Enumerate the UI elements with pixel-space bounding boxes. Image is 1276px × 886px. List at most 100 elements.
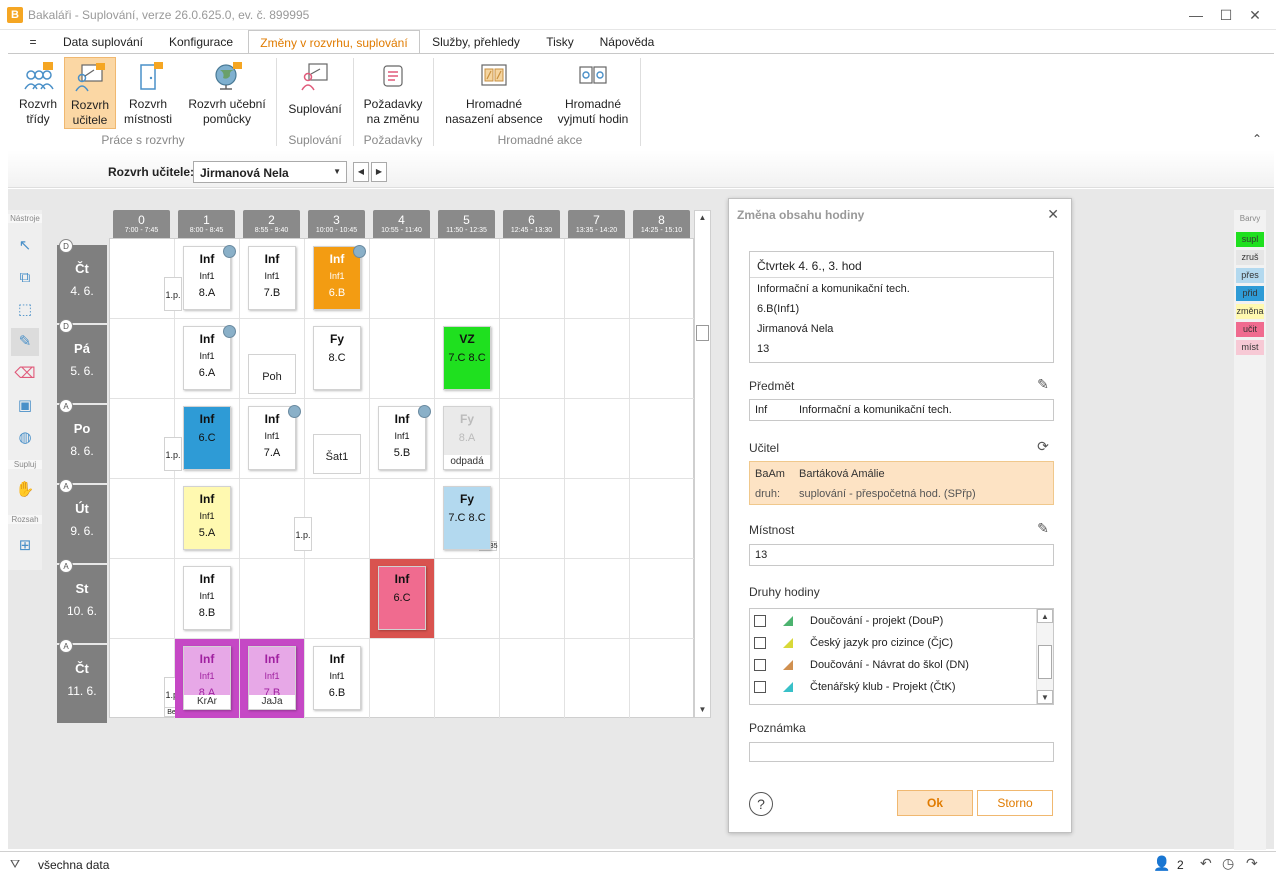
lesson-type-item[interactable]: Český jazyk pro cizince (ČjC) — [750, 632, 1035, 654]
teacher-field[interactable]: BaAm Bartáková Amálie druh: suplování - … — [749, 461, 1054, 505]
substitute-tool-icon[interactable]: ✋ — [11, 476, 39, 504]
lesson-card[interactable]: Inf Inf1 8.A KrAr — [183, 646, 231, 710]
move-tool-icon[interactable]: ⧉ — [11, 264, 39, 292]
day-header[interactable]: Čt 4. 6. — [57, 245, 107, 323]
minimize-button[interactable]: — — [1182, 4, 1210, 26]
timetable-scrollbar[interactable]: ▲ ▼ — [694, 210, 711, 718]
lesson-card[interactable]: Inf 6.C — [183, 406, 231, 470]
period-header[interactable]: 4 10:55 - 11:40 — [373, 210, 430, 238]
lesson-card[interactable]: Inf Inf1 6.B — [313, 646, 361, 710]
scroll-up-icon[interactable]: ▲ — [695, 211, 710, 225]
pointer-tool-icon[interactable]: ↖ — [11, 232, 39, 260]
lesson-card[interactable]: Fy 8.A odpadá — [443, 406, 491, 470]
lesson-card[interactable]: VZ 7.C 8.C — [443, 326, 491, 390]
tab-konfigurace[interactable]: Konfigurace — [162, 30, 240, 54]
help-button[interactable]: ? — [749, 792, 773, 816]
edit-tool-icon[interactable]: ✎ — [11, 328, 39, 356]
scroll-down-icon[interactable]: ▼ — [1037, 690, 1053, 704]
day-header[interactable]: Čt 11. 6. — [57, 645, 107, 723]
period-header[interactable]: 1 8:00 - 8:45 — [178, 210, 235, 238]
period-header[interactable]: 8 14:25 - 15:10 — [633, 210, 690, 238]
lesson-card[interactable]: Fy 8.C — [313, 326, 361, 390]
room-field[interactable]: 13 — [749, 544, 1054, 566]
globe-tool-icon[interactable]: ◍ — [11, 424, 39, 452]
tab-data-suplovani[interactable]: Data suplování — [56, 30, 150, 54]
tab-napoveda[interactable]: Nápověda — [594, 30, 660, 54]
period-header[interactable]: 6 12:45 - 13:30 — [503, 210, 560, 238]
lesson-card[interactable]: Inf 6.C — [378, 566, 426, 630]
scroll-down-icon[interactable]: ▼ — [695, 703, 710, 717]
tab-sluzby-prehledy[interactable]: Služby, přehledy — [428, 30, 524, 54]
lesson-type-checkbox[interactable] — [754, 637, 766, 649]
teacher-select[interactable]: Jirmanová Nela ▼ — [193, 161, 347, 183]
refresh-teacher-icon[interactable]: ⟳ — [1035, 438, 1051, 454]
day-header[interactable]: Pá 5. 6. — [57, 325, 107, 403]
edit-room-icon[interactable]: ✎ — [1035, 520, 1051, 536]
scroll-thumb[interactable] — [1038, 645, 1052, 679]
tab-zmeny-v-rozvrhu[interactable]: Změny v rozvrhu, suplování — [248, 30, 420, 55]
lesson-card[interactable]: Inf Inf1 7.B JaJa — [248, 646, 296, 710]
lesson-split-tile[interactable]: 1.p. — [164, 437, 182, 471]
lesson-card[interactable]: Inf Inf1 5.A — [183, 486, 231, 550]
dialog-close-icon[interactable]: ✕ — [1047, 206, 1059, 223]
lesson-split-tile[interactable]: 1.p. — [294, 517, 312, 551]
class-timetable-button[interactable]: Rozvrh třídy — [12, 57, 64, 129]
day-header[interactable]: Út 9. 6. — [57, 485, 107, 563]
ok-button[interactable]: Ok — [897, 790, 973, 816]
lesson-type-item[interactable]: Doučování - Návrat do škol (DN) — [750, 654, 1035, 676]
legend-item: přid — [1236, 286, 1264, 301]
edit-subject-icon[interactable]: ✎ — [1035, 376, 1051, 392]
period-header[interactable]: 7 13:35 - 14:20 — [568, 210, 625, 238]
previous-teacher-button[interactable]: ◀ — [353, 162, 369, 182]
period-header[interactable]: 2 8:55 - 9:40 — [243, 210, 300, 238]
lesson-types-scrollbar[interactable]: ▲ ▼ — [1036, 609, 1053, 704]
eraser-tool-icon[interactable]: ⌫ — [11, 360, 39, 388]
close-window-button[interactable]: ✕ — [1241, 4, 1269, 26]
aids-timetable-button[interactable]: Rozvrh učební pomůcky — [184, 57, 270, 129]
ribbon-collapse-icon[interactable]: ⌃ — [1252, 132, 1262, 146]
lesson-card[interactable]: Inf Inf1 8.B — [183, 566, 231, 630]
copy-tool-icon[interactable]: ⬚ — [11, 296, 39, 324]
hamburger-menu-button[interactable]: = — [22, 30, 44, 54]
lesson-type-checkbox[interactable] — [754, 615, 766, 627]
scroll-up-icon[interactable]: ▲ — [1037, 609, 1053, 623]
teacher-tool-icon[interactable]: ▣ — [11, 392, 39, 420]
day-header[interactable]: St 10. 6. — [57, 565, 107, 643]
lesson-card[interactable]: Inf Inf1 7.A — [248, 405, 301, 470]
subject-field[interactable]: Inf Informační a komunikační tech. — [749, 399, 1054, 421]
undo-icon[interactable]: ↶ — [1200, 855, 1212, 872]
lesson-type-checkbox[interactable] — [754, 659, 766, 671]
history-icon[interactable]: ◷ — [1222, 855, 1234, 872]
lesson-card[interactable]: Inf Inf1 7.B — [248, 246, 296, 310]
lesson-split-tile[interactable]: Poh — [248, 354, 296, 394]
bulk-removal-button[interactable]: Hromadné vyjmutí hodin — [548, 57, 638, 129]
lesson-card[interactable]: Inf Inf1 6.B — [313, 245, 366, 310]
period-header[interactable]: 0 7:00 - 7:45 — [113, 210, 170, 238]
lesson-type-item[interactable]: Doučování - projekt (DouP) — [750, 610, 1035, 632]
next-teacher-button[interactable]: ▶ — [371, 162, 387, 182]
lesson-card[interactable]: Inf Inf1 6.A — [183, 325, 236, 390]
substitution-button[interactable]: Suplování — [284, 57, 346, 129]
note-input[interactable] — [749, 742, 1054, 762]
redo-icon[interactable]: ↷ — [1246, 855, 1258, 872]
day-header[interactable]: Po 8. 6. — [57, 405, 107, 483]
maximize-button[interactable]: ☐ — [1212, 4, 1240, 26]
bulk-absence-button[interactable]: Hromadné nasazení absence — [442, 57, 546, 129]
requests-button[interactable]: Požadavky na změnu — [360, 57, 426, 129]
lesson-split-tile[interactable]: 1.p. — [164, 277, 182, 311]
period-header[interactable]: 5 11:50 - 12:35 — [438, 210, 495, 238]
teacher-timetable-button[interactable]: Rozvrh učitele — [64, 57, 116, 129]
filter-icon[interactable]: ⛛ — [10, 857, 20, 872]
lesson-split-tile[interactable]: Šat1 — [313, 434, 361, 474]
range-tool-icon[interactable]: ⊞ — [11, 532, 39, 560]
room-timetable-button[interactable]: Rozvrh místnosti — [120, 57, 176, 129]
lesson-card[interactable]: Inf Inf1 8.A — [183, 245, 236, 310]
lesson-type-checkbox[interactable] — [754, 681, 766, 693]
lesson-type-item[interactable]: Čtenářský klub - Projekt (ČtK) — [750, 676, 1035, 698]
period-header[interactable]: 3 10:00 - 10:45 — [308, 210, 365, 238]
lesson-card[interactable]: Inf Inf1 5.B — [378, 405, 431, 470]
lesson-card[interactable]: Fy 7.C 8.C — [443, 486, 491, 550]
tab-tisky[interactable]: Tisky — [538, 30, 582, 54]
scroll-thumb[interactable] — [696, 325, 709, 341]
cancel-button[interactable]: Storno — [977, 790, 1053, 816]
